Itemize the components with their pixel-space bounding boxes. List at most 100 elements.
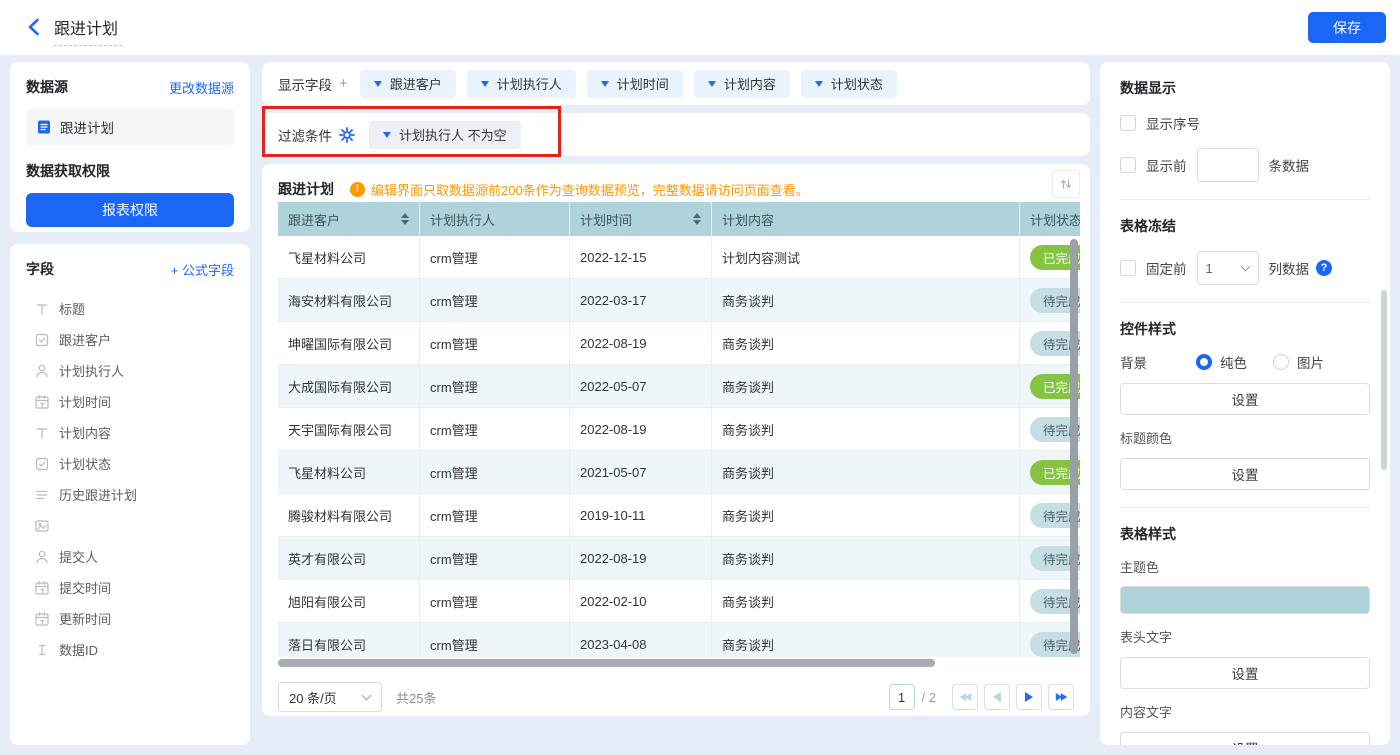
field-item[interactable]: 计划状态: [26, 448, 234, 479]
freeze-checkbox[interactable]: [1120, 260, 1136, 276]
field-item[interactable]: 标题: [26, 293, 234, 324]
field-item-label: 计划内容: [59, 426, 112, 441]
top-bar: 跟进计划 保存: [0, 0, 1400, 55]
display-fields-label: 显示字段: [278, 77, 332, 93]
background-setting-button[interactable]: 设置: [1120, 383, 1370, 415]
show-index-checkbox[interactable]: [1120, 115, 1136, 131]
show-first-input[interactable]: [1196, 148, 1259, 182]
column-header[interactable]: 计划时间: [570, 202, 712, 236]
field-item[interactable]: 计划执行人: [26, 355, 234, 386]
page-title[interactable]: 跟进计划: [54, 15, 123, 46]
table-cell: 计划内容测试: [712, 236, 1020, 278]
filter-condition-tag[interactable]: 计划执行人 不为空: [369, 120, 521, 149]
column-sort-icon[interactable]: [685, 209, 701, 229]
field-item-label: 跟进客户: [59, 333, 112, 348]
table-title: 跟进计划: [278, 181, 334, 197]
field-item[interactable]: 历史跟进计划: [26, 479, 234, 510]
field-item[interactable]: 提交人: [26, 541, 234, 572]
filter-condition-tag-label: 计划执行人 不为空: [399, 128, 507, 143]
content-text-setting-button[interactable]: 设置: [1120, 732, 1370, 745]
column-header-label: 计划状态: [1030, 212, 1080, 228]
display-field-tag[interactable]: 计划状态: [800, 69, 897, 98]
image-radio[interactable]: [1273, 354, 1289, 370]
filter-label: 过滤条件: [278, 128, 332, 144]
order-button[interactable]: [1052, 170, 1080, 198]
table-cell: 商务谈判: [712, 408, 1020, 450]
table-cell: 2022-03-17: [570, 279, 712, 321]
display-fields-bar: 显示字段 + 跟进客户 计划执行人 计划时间 计划内容 计划状态: [262, 62, 1090, 105]
panel-scrollbar[interactable]: [1381, 290, 1387, 470]
field-item-label: 更新时间: [59, 612, 112, 627]
report-permission-button[interactable]: 报表权限: [26, 193, 234, 227]
table-cell: 商务谈判: [712, 580, 1020, 622]
save-button[interactable]: 保存: [1308, 12, 1386, 43]
left-icon: [993, 692, 1001, 702]
prev-page-button[interactable]: [984, 684, 1010, 710]
page-size-select[interactable]: 20 条/页: [278, 682, 382, 712]
field-item[interactable]: 计划时间: [26, 386, 234, 417]
table-style-heading: 表格样式: [1120, 526, 1176, 542]
theme-color-swatch[interactable]: [1120, 586, 1370, 614]
field-item[interactable]: 跟进客户: [26, 324, 234, 355]
display-field-tag-label: 计划时间: [616, 77, 669, 92]
display-field-tag[interactable]: 跟进客户: [359, 69, 456, 98]
display-field-tag[interactable]: 计划内容: [693, 69, 790, 98]
datasource-item[interactable]: 跟进计划: [26, 109, 234, 145]
current-page-box[interactable]: 1: [888, 684, 915, 710]
table-row: 天宇国际有限公司 crm管理 2022-08-19 商务谈判 待完成: [278, 408, 1080, 451]
table-row: 飞星材料公司 crm管理 2021-05-07 商务谈判 已完成: [278, 451, 1080, 494]
header-text-setting-button[interactable]: 设置: [1120, 657, 1370, 689]
column-sort-icon[interactable]: [393, 209, 409, 229]
change-datasource-link[interactable]: 更改数据源: [169, 78, 234, 97]
column-header[interactable]: 计划状态: [1020, 202, 1080, 236]
field-item[interactable]: 数据ID: [26, 634, 234, 665]
last-page-button[interactable]: [1048, 684, 1074, 710]
horizontal-scrollbar[interactable]: [278, 659, 935, 667]
field-item-label: 标题: [59, 302, 86, 317]
table-cell: 2022-12-15: [570, 236, 712, 278]
double-right-icon: [1055, 692, 1067, 702]
text-icon: [34, 425, 50, 441]
table-cell: 腾骏材料有限公司: [278, 494, 420, 536]
formula-field-link[interactable]: + 公式字段: [171, 260, 234, 279]
table-cell: 2022-08-19: [570, 322, 712, 364]
help-icon[interactable]: ?: [1316, 260, 1332, 276]
add-display-field-button[interactable]: +: [339, 75, 348, 92]
document-icon: [38, 120, 50, 134]
vertical-scrollbar[interactable]: [1070, 239, 1078, 654]
column-header[interactable]: 跟进客户: [278, 202, 420, 236]
display-field-tag-label: 跟进客户: [389, 77, 442, 92]
person-icon: [34, 363, 50, 379]
table-cell: 天宇国际有限公司: [278, 408, 420, 450]
show-first-checkbox[interactable]: [1120, 157, 1136, 173]
back-icon[interactable]: [24, 16, 46, 38]
field-item[interactable]: [26, 510, 234, 541]
gear-icon[interactable]: [339, 126, 355, 143]
field-item[interactable]: 更新时间: [26, 603, 234, 634]
show-first-suffix: 条数据: [1268, 159, 1310, 174]
first-page-button[interactable]: [952, 684, 978, 710]
column-header[interactable]: 计划执行人: [420, 202, 570, 236]
freeze-count-select[interactable]: 1: [1196, 251, 1259, 285]
table-row: 大成国际有限公司 crm管理 2022-05-07 商务谈判 已完成: [278, 365, 1080, 408]
table-widget: 跟进计划 ! 编辑界面只取数据源前200条作为查询数据预览，完整数据请访问页面查…: [262, 164, 1090, 716]
field-item[interactable]: 计划内容: [26, 417, 234, 448]
next-page-button[interactable]: [1016, 684, 1042, 710]
table-cell: 2021-05-07: [570, 451, 712, 493]
display-field-tag[interactable]: 计划时间: [586, 69, 683, 98]
table-row: 落日有限公司 crm管理 2023-04-08 商务谈判 待完成: [278, 623, 1080, 657]
freeze-prefix: 固定前: [1146, 262, 1187, 277]
table-cell: 2022-02-10: [570, 580, 712, 622]
caret-down-icon: [707, 81, 716, 91]
field-item[interactable]: 提交时间: [26, 572, 234, 603]
fields-heading: 字段: [26, 261, 54, 277]
solid-color-radio[interactable]: [1196, 354, 1212, 370]
chevron-down-icon: [361, 690, 372, 701]
display-field-tag[interactable]: 计划执行人: [466, 69, 576, 98]
table-row: 坤曜国际有限公司 crm管理 2022-08-19 商务谈判 待完成: [278, 322, 1080, 365]
column-header[interactable]: 计划内容: [712, 202, 1020, 236]
table-cell: 海安材料有限公司: [278, 279, 420, 321]
table-cell: 2023-04-08: [570, 623, 712, 657]
title-color-setting-button[interactable]: 设置: [1120, 458, 1370, 490]
datasource-item-label: 跟进计划: [60, 121, 114, 136]
